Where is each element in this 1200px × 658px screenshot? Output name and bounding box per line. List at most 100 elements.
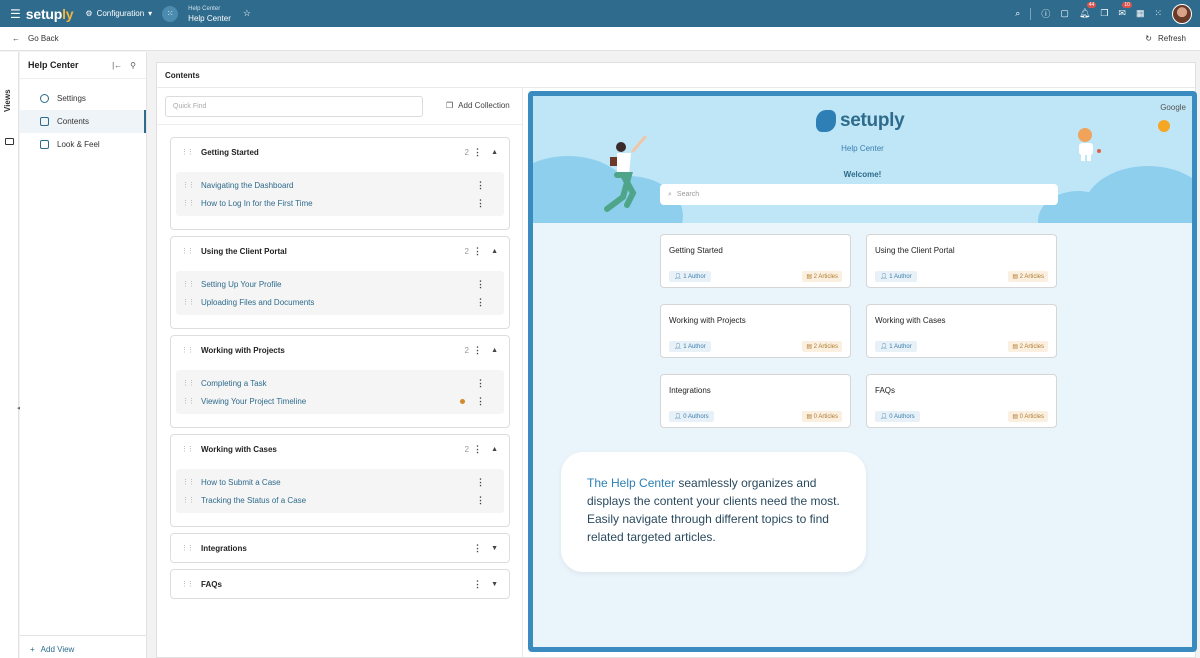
pin-icon[interactable]: ⚲ [130, 61, 136, 70]
collection-title: Working with Cases [201, 444, 277, 454]
current-page: Help Center Help Center [188, 5, 231, 23]
article-item[interactable]: ⋮⋮ Navigating the Dashboard ⋮ [176, 176, 504, 194]
drag-handle-icon[interactable]: ⋮⋮ [181, 247, 194, 255]
views-panel-icon[interactable] [5, 138, 14, 145]
collection-preview-card[interactable]: Using the Client Portal 👤︎ 1 Author ▤ 2 … [866, 234, 1057, 288]
article-item[interactable]: ⋮⋮ Tracking the Status of a Case ⋮ [176, 491, 504, 509]
article-title[interactable]: Setting Up Your Profile [201, 280, 282, 289]
sidebar-item-look-feel[interactable]: Look & Feel [20, 133, 146, 156]
quick-find-input[interactable]: Quick Find [165, 96, 423, 117]
more-options-icon[interactable]: ⋮ [476, 378, 485, 389]
sidebar-item-contents[interactable]: Contents [20, 110, 146, 133]
article-title[interactable]: Uploading Files and Documents [201, 298, 314, 307]
article-title[interactable]: Tracking the Status of a Case [201, 496, 306, 505]
chevron-up-icon[interactable]: ▲ [491, 248, 498, 255]
apps-icon[interactable]: ⁙ [1154, 8, 1162, 19]
collection-preview-card[interactable]: FAQs 👤︎ 0 Authors ▤ 0 Articles [866, 374, 1057, 428]
drag-handle-icon[interactable]: ⋮⋮ [182, 181, 195, 189]
drag-handle-icon[interactable]: ⋮⋮ [181, 580, 194, 588]
more-options-icon[interactable]: ⋮ [473, 579, 482, 590]
collection-header[interactable]: ⋮⋮ Integrations ⋮ ▼ [171, 534, 509, 562]
drag-handle-icon[interactable]: ⋮⋮ [182, 379, 195, 387]
article-item[interactable]: ⋮⋮ Uploading Files and Documents ⋮ [176, 293, 504, 311]
more-options-icon[interactable]: ⋮ [476, 180, 485, 191]
menu-icon[interactable]: ☰ [10, 7, 21, 21]
chat-icon[interactable]: ▢ [1060, 8, 1069, 19]
add-collection-button[interactable]: ❐ Add Collection [446, 101, 510, 110]
collection-header[interactable]: ⋮⋮ Using the Client Portal 2 ⋮ ▲ [171, 237, 509, 265]
article-item[interactable]: ⋮⋮ How to Submit a Case ⋮ [176, 473, 504, 491]
drag-handle-icon[interactable]: ⋮⋮ [182, 298, 195, 306]
drag-handle-icon[interactable]: ⋮⋮ [182, 496, 195, 504]
chevron-up-icon[interactable]: ▲ [491, 149, 498, 156]
chevron-down-icon[interactable]: ▼ [491, 545, 498, 552]
article-item[interactable]: ⋮⋮ Completing a Task ⋮ [176, 374, 504, 392]
drag-handle-icon[interactable]: ⋮⋮ [182, 397, 195, 405]
avatar[interactable] [1172, 3, 1192, 24]
article-item[interactable]: ⋮⋮ Viewing Your Project Timeline ⋮ [176, 392, 504, 410]
article-title[interactable]: How to Submit a Case [201, 478, 281, 487]
more-options-icon[interactable]: ⋮ [476, 279, 485, 290]
apps-grid-icon[interactable]: ⁙ [162, 5, 179, 22]
more-options-icon[interactable]: ⋮ [473, 543, 482, 554]
more-options-icon[interactable]: ⋮ [476, 495, 485, 506]
drag-handle-icon[interactable]: ⋮⋮ [182, 199, 195, 207]
chevron-up-icon[interactable]: ▲ [491, 347, 498, 354]
divider [1030, 7, 1032, 20]
more-options-icon[interactable]: ⋮ [476, 396, 485, 407]
configuration-menu[interactable]: ⚙ Configuration ▾ [85, 9, 152, 18]
more-options-icon[interactable]: ⋮ [473, 147, 482, 158]
article-item[interactable]: ⋮⋮ How to Log In for the First Time ⋮ [176, 194, 504, 212]
refresh-button[interactable]: ↻ Refresh [1145, 34, 1186, 43]
more-options-icon[interactable]: ⋮ [473, 345, 482, 356]
sidebar-item-settings[interactable]: Settings [20, 87, 146, 110]
article-title[interactable]: How to Log In for the First Time [201, 199, 313, 208]
collection-preview-card[interactable]: Working with Cases 👤︎ 1 Author ▤ 2 Artic… [866, 304, 1057, 358]
chevron-down-icon[interactable]: ▼ [491, 581, 498, 588]
drag-handle-icon[interactable]: ⋮⋮ [181, 148, 194, 156]
brand-logo[interactable]: setuply [26, 6, 74, 22]
more-options-icon[interactable]: ⋮ [476, 198, 485, 209]
collection-header[interactable]: ⋮⋮ Working with Cases 2 ⋮ ▲ [171, 435, 509, 463]
drag-handle-icon[interactable]: ⋮⋮ [181, 445, 194, 453]
article-item[interactable]: ⋮⋮ Setting Up Your Profile ⋮ [176, 275, 504, 293]
collapse-sidebar-icon[interactable]: |← [112, 61, 122, 70]
calendar-icon[interactable]: ▦ [1136, 8, 1145, 19]
copy-icon[interactable]: ❐ [1100, 8, 1108, 19]
add-view-button[interactable]: + Add View [30, 645, 74, 654]
collection-preview-card[interactable]: Working with Projects 👤︎ 1 Author ▤ 2 Ar… [660, 304, 851, 358]
articles-badge: ▤ 0 Articles [1008, 411, 1048, 422]
more-options-icon[interactable]: ⋮ [473, 246, 482, 257]
articles-badge: ▤ 2 Articles [802, 271, 842, 282]
drag-handle-icon[interactable]: ⋮⋮ [182, 280, 195, 288]
collection-header[interactable]: ⋮⋮ Getting Started 2 ⋮ ▲ [171, 138, 509, 166]
article-title[interactable]: Navigating the Dashboard [201, 181, 294, 190]
article-title[interactable]: Completing a Task [201, 379, 267, 388]
notifications-icon[interactable]: 🔔︎ 44 [1079, 2, 1097, 19]
inbox-icon[interactable]: ✉ 10 [1118, 2, 1132, 19]
chevron-up-icon[interactable]: ▲ [491, 446, 498, 453]
collection-preview-card[interactable]: Integrations 👤︎ 0 Authors ▤ 0 Articles [660, 374, 851, 428]
help-icon[interactable]: ⓘ [1041, 7, 1050, 20]
card-title: Working with Projects [669, 316, 746, 325]
drag-handle-icon[interactable]: ⋮⋮ [182, 478, 195, 486]
collection-card: ⋮⋮ Working with Cases 2 ⋮ ▲ ⋮⋮ How to Su… [170, 434, 510, 527]
more-options-icon[interactable]: ⋮ [473, 444, 482, 455]
views-label[interactable]: Views [3, 89, 12, 112]
status-dot [460, 398, 465, 404]
article-title[interactable]: Viewing Your Project Timeline [201, 397, 306, 406]
collection-header[interactable]: ⋮⋮ Working with Projects 2 ⋮ ▲ [171, 336, 509, 364]
collection-preview-card[interactable]: Getting Started 👤︎ 1 Author ▤ 2 Articles [660, 234, 851, 288]
favorite-star-icon[interactable]: ☆ [243, 8, 251, 19]
authors-count: 1 Author [889, 274, 912, 280]
google-translate-link[interactable]: Google [1160, 103, 1186, 112]
drag-handle-icon[interactable]: ⋮⋮ [181, 544, 194, 552]
go-back-button[interactable]: ← Go Back [12, 34, 59, 43]
more-options-icon[interactable]: ⋮ [476, 477, 485, 488]
authors-badge: 👤︎ 1 Author [875, 271, 917, 282]
preview-search-input[interactable]: ⌕ Search [660, 184, 1058, 205]
collection-header[interactable]: ⋮⋮ FAQs ⋮ ▼ [171, 570, 509, 598]
search-icon[interactable]: ⌕ [1015, 8, 1020, 19]
more-options-icon[interactable]: ⋮ [476, 297, 485, 308]
drag-handle-icon[interactable]: ⋮⋮ [181, 346, 194, 354]
